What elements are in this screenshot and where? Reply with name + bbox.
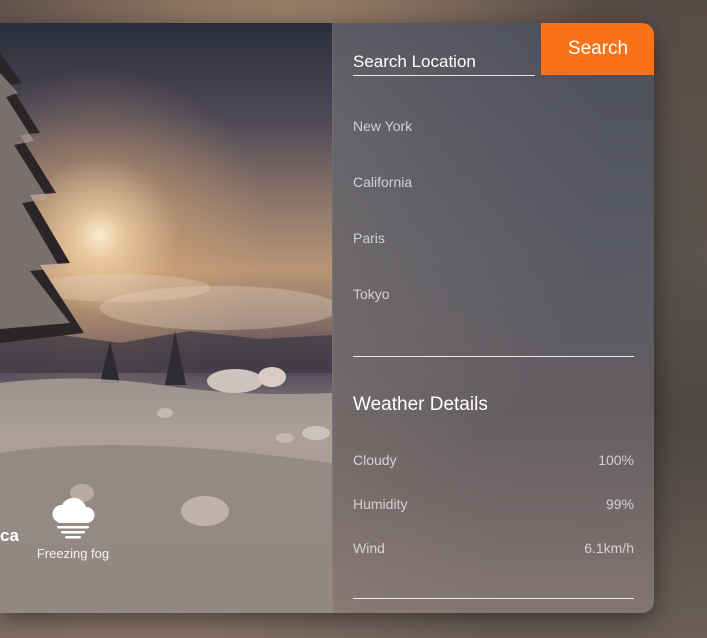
current-condition: Freezing fog [31, 497, 115, 561]
detail-label: Wind [353, 540, 385, 556]
location-item[interactable]: California [353, 173, 412, 229]
weather-details-title: Weather Details [353, 394, 488, 415]
location-list: New York California Paris Tokyo [353, 117, 412, 341]
detail-value: 6.1km/h [584, 540, 634, 556]
detail-row-wind: Wind 6.1km/h [353, 540, 634, 556]
search-panel: Search New York California Paris Tokyo W… [332, 23, 654, 613]
location-item[interactable]: Paris [353, 229, 412, 285]
detail-value: 99% [605, 496, 634, 512]
detail-label: Cloudy [353, 452, 397, 468]
condition-text: Freezing fog [36, 546, 110, 561]
location-item[interactable]: New York [353, 117, 412, 173]
detail-row-cloudy: Cloudy 100% [353, 452, 634, 468]
detail-value: 100% [598, 452, 634, 468]
detail-row-humidity: Humidity 99% [353, 496, 634, 512]
search-button[interactable]: Search [541, 23, 654, 75]
location-item[interactable]: Tokyo [353, 285, 412, 341]
city-name: ca [0, 526, 19, 545]
detail-label: Humidity [353, 496, 408, 512]
divider [353, 598, 634, 599]
search-input[interactable] [353, 49, 535, 76]
cloud-fog-icon [31, 497, 115, 543]
divider [353, 356, 634, 357]
